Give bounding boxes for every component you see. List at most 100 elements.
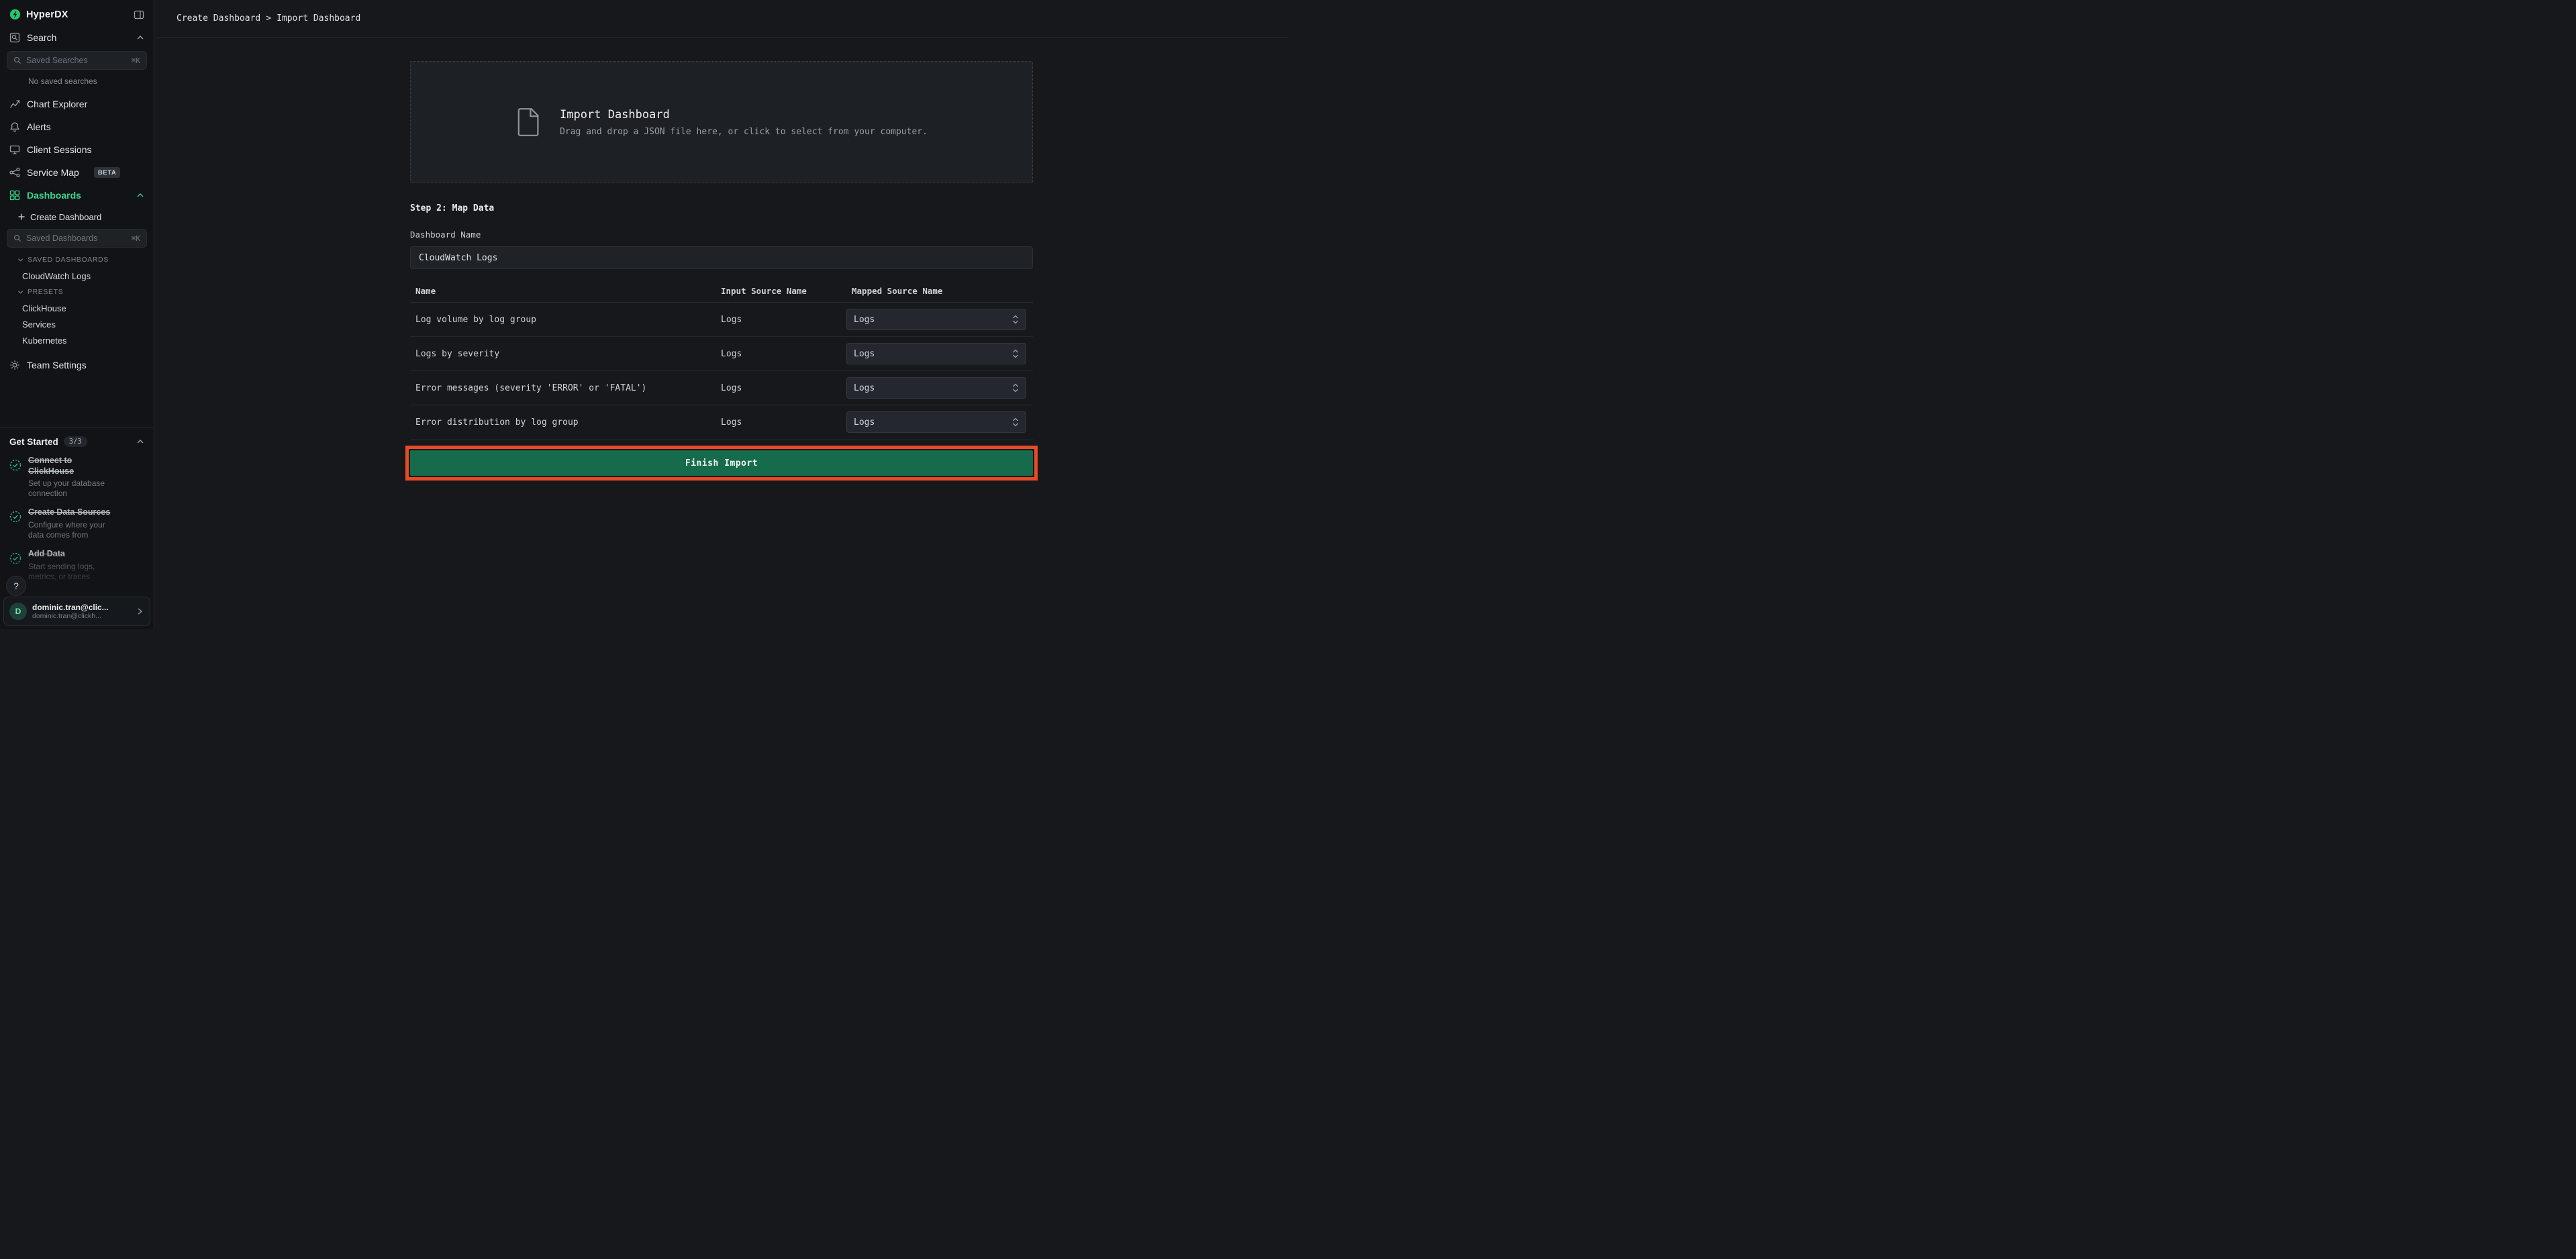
- task-description: Set up your database connection: [28, 479, 113, 499]
- saved-dashboards-input[interactable]: Saved Dashboards ⌘K: [7, 229, 147, 248]
- sidebar-item-label: Chart Explorer: [27, 99, 87, 109]
- plus-icon: [17, 213, 26, 221]
- breadcrumb-separator: >: [266, 13, 271, 23]
- dashboards-grid-icon: [9, 190, 20, 201]
- column-header-name: Name: [410, 286, 715, 296]
- task-title: Add Data: [28, 549, 113, 560]
- get-started-item-connect[interactable]: Connect to ClickHouse Set up your databa…: [9, 456, 144, 499]
- gear-icon: [9, 360, 20, 370]
- sidebar-item-client-sessions[interactable]: Client Sessions: [0, 138, 154, 161]
- saved-dashboards-group-header[interactable]: SAVED DASHBOARDS: [0, 252, 154, 268]
- mapped-source-select[interactable]: Logs: [846, 309, 1026, 330]
- shortcut-badge: ⌘K: [132, 234, 140, 243]
- table-row: Error messages (severity 'ERROR' or 'FAT…: [410, 371, 1033, 405]
- get-started-progress-badge: 3/3: [64, 436, 87, 447]
- selected-option: Logs: [854, 383, 875, 393]
- dropzone-title: Import Dashboard: [560, 108, 928, 121]
- help-button[interactable]: ?: [6, 576, 26, 596]
- input-source-value: Logs: [715, 315, 846, 325]
- user-menu[interactable]: D dominic.tran@clic... dominic.tran@clic…: [3, 597, 150, 626]
- get-started-item-sources[interactable]: Create Data Sources Configure where your…: [9, 507, 144, 540]
- column-header-mapped-source: Mapped Source Name: [846, 286, 1033, 296]
- sidebar-item-label: Service Map: [27, 167, 79, 178]
- step-label: Step 2: Map Data: [410, 203, 1033, 213]
- mapped-source-select[interactable]: Logs: [846, 343, 1026, 364]
- search-icon: [13, 234, 21, 242]
- chart-name: Error messages (severity 'ERROR' or 'FAT…: [410, 383, 715, 393]
- task-description: Start sending logs, metrics, or traces: [28, 562, 113, 582]
- sidebar-item-search[interactable]: Search: [0, 26, 154, 49]
- breadcrumb-create-dashboard[interactable]: Create Dashboard: [177, 13, 260, 23]
- input-source-value: Logs: [715, 417, 846, 427]
- finish-import-button[interactable]: Finish Import: [410, 450, 1033, 476]
- chevron-down-icon: [17, 257, 23, 262]
- check-circle-icon: [9, 456, 21, 499]
- saved-dashboards-placeholder: Saved Dashboards: [26, 234, 127, 243]
- dashboard-item-label: CloudWatch Logs: [22, 271, 91, 281]
- chevron-down-icon: [17, 289, 23, 295]
- chevron-up-icon: [136, 192, 144, 199]
- avatar: D: [9, 603, 27, 620]
- get-started-panel: Get Started 3/3 Connect to ClickHouse Se…: [0, 427, 154, 597]
- dashboard-item-cloudwatch-logs[interactable]: CloudWatch Logs: [0, 268, 154, 284]
- breadcrumb-import-dashboard[interactable]: Import Dashboard: [277, 13, 360, 23]
- mapped-source-select[interactable]: Logs: [846, 377, 1026, 399]
- dashboard-name-input[interactable]: [410, 246, 1033, 269]
- sidebar-item-label: Search: [27, 32, 56, 43]
- sidebar-collapse-icon[interactable]: [134, 9, 144, 20]
- saved-searches-input[interactable]: Saved Searches ⌘K: [7, 51, 147, 70]
- selected-option: Logs: [854, 417, 875, 427]
- monitor-icon: [9, 144, 20, 155]
- user-name: dominic.tran@clic...: [32, 603, 131, 612]
- sidebar-item-team-settings[interactable]: Team Settings: [0, 354, 154, 376]
- app-title: HyperDX: [26, 9, 68, 20]
- chart-icon: [9, 99, 20, 109]
- selected-option: Logs: [854, 349, 875, 359]
- bell-icon: [9, 121, 20, 132]
- sidebar-item-service-map[interactable]: Service Map BETA: [0, 161, 154, 184]
- preset-item-clickhouse[interactable]: ClickHouse: [0, 300, 154, 316]
- table-header-row: Name Input Source Name Mapped Source Nam…: [410, 280, 1033, 303]
- presets-group-header[interactable]: PRESETS: [0, 284, 154, 300]
- select-updown-icon: [1012, 348, 1019, 359]
- preset-item-label: Services: [22, 319, 56, 330]
- sidebar-item-label: Alerts: [27, 121, 51, 132]
- preset-item-services[interactable]: Services: [0, 316, 154, 332]
- user-email: dominic.tran@clickh...: [32, 612, 131, 620]
- sidebar-item-label: Client Sessions: [27, 144, 92, 155]
- topbar: Create Dashboard > Import Dashboard: [155, 0, 1288, 38]
- task-description: Configure where your data comes from: [28, 520, 113, 540]
- sidebar-item-label: Team Settings: [27, 360, 87, 370]
- dashboard-name-label: Dashboard Name: [410, 230, 1033, 240]
- import-dropzone[interactable]: Import Dashboard Drag and drop a JSON fi…: [410, 61, 1033, 183]
- group-label: SAVED DASHBOARDS: [28, 256, 109, 264]
- select-updown-icon: [1012, 383, 1019, 393]
- beta-badge: BETA: [94, 167, 121, 178]
- table-row: Logs by severity Logs Logs: [410, 337, 1033, 371]
- chart-name: Error distribution by log group: [410, 417, 715, 427]
- sidebar-item-chart-explorer[interactable]: Chart Explorer: [0, 93, 154, 115]
- mapping-table: Name Input Source Name Mapped Source Nam…: [410, 280, 1033, 440]
- select-updown-icon: [1012, 314, 1019, 325]
- sidebar-item-alerts[interactable]: Alerts: [0, 115, 154, 138]
- preset-item-kubernetes[interactable]: Kubernetes: [0, 332, 154, 348]
- get-started-item-add-data[interactable]: Add Data Start sending logs, metrics, or…: [9, 549, 144, 582]
- table-row: Log volume by log group Logs Logs: [410, 303, 1033, 337]
- chart-name: Log volume by log group: [410, 315, 715, 325]
- chevron-right-icon: [136, 607, 143, 615]
- get-started-title: Get Started: [9, 437, 58, 447]
- check-circle-icon: [9, 507, 21, 540]
- file-icon: [515, 107, 540, 137]
- select-updown-icon: [1012, 417, 1019, 427]
- chevron-up-icon: [136, 34, 144, 41]
- mapped-source-select[interactable]: Logs: [846, 411, 1026, 433]
- group-label: PRESETS: [28, 288, 63, 296]
- chevron-up-icon[interactable]: [136, 438, 144, 445]
- create-dashboard-button[interactable]: Create Dashboard: [0, 207, 154, 227]
- input-source-value: Logs: [715, 349, 846, 359]
- search-panel-icon: [9, 32, 20, 43]
- selected-option: Logs: [854, 315, 875, 325]
- sidebar-item-dashboards[interactable]: Dashboards: [0, 184, 154, 207]
- chart-name: Logs by severity: [410, 349, 715, 359]
- search-icon: [13, 56, 21, 64]
